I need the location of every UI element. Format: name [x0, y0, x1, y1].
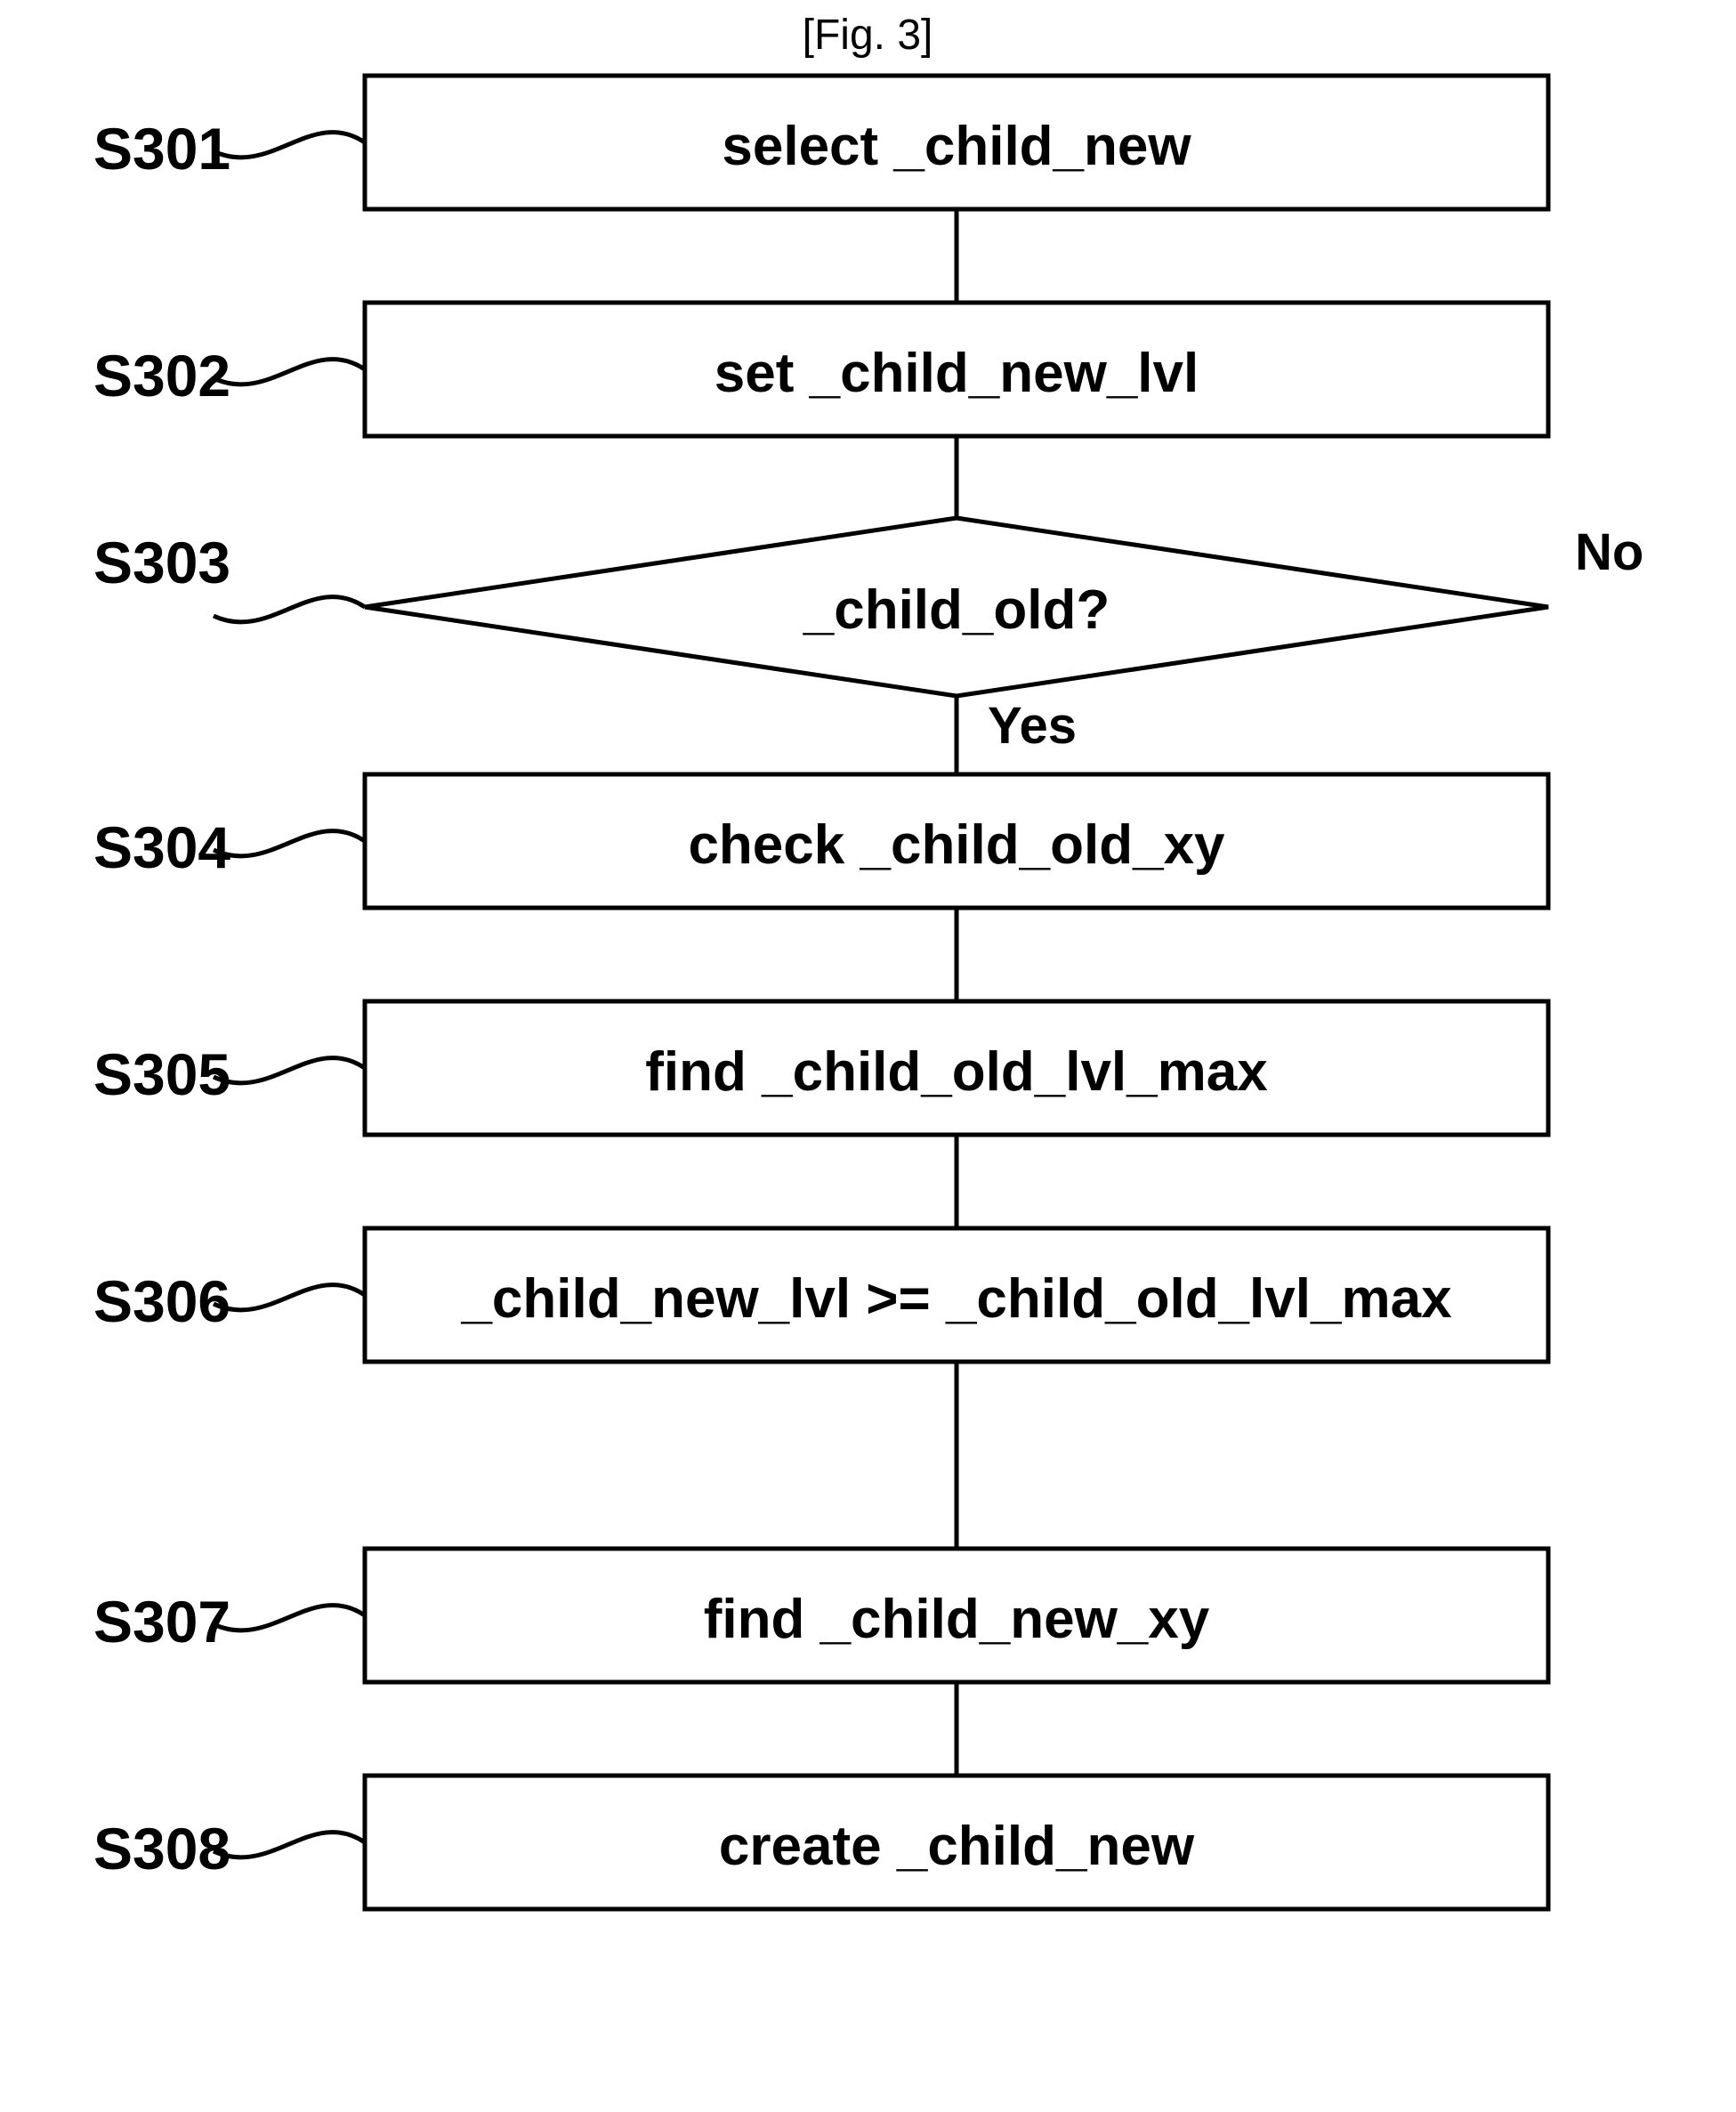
decision-yes: Yes — [988, 697, 1077, 755]
decision-no: No — [1575, 523, 1643, 581]
step-text: select _child_new — [722, 116, 1191, 177]
step-text: create _child_new — [719, 1816, 1195, 1877]
step-text: _child_new_lvl >= _child_old_lvl_max — [460, 1268, 1452, 1330]
step-label: S307 — [93, 1589, 230, 1655]
step-label: S302 — [93, 343, 230, 409]
step-label: S306 — [93, 1268, 230, 1334]
label-connector — [214, 1606, 365, 1631]
step-s303: _child_old? Yes No S303 — [93, 518, 1643, 755]
label-connector — [214, 597, 365, 622]
step-label: S304 — [93, 814, 230, 880]
label-connector — [214, 360, 365, 384]
step-label: S303 — [93, 530, 230, 595]
figure-label: [Fig. 3] — [803, 12, 933, 59]
label-connector — [214, 1058, 365, 1083]
flowchart: [Fig. 3] select _child_new S301 set _chi… — [0, 0, 1736, 2112]
label-connector — [214, 133, 365, 158]
step-s307: find _child_new_xy S307 — [93, 1549, 1548, 1682]
step-label: S308 — [93, 1816, 230, 1881]
label-connector — [214, 1833, 365, 1857]
decision-text: _child_old? — [803, 579, 1110, 641]
label-connector — [214, 1285, 365, 1310]
step-s308: create _child_new S308 — [93, 1776, 1548, 1909]
step-s305: find _child_old_lvl_max S305 — [93, 1001, 1548, 1135]
step-text: find _child_old_lvl_max — [645, 1041, 1268, 1103]
step-text: find _child_new_xy — [704, 1589, 1210, 1650]
step-s301: select _child_new S301 — [93, 76, 1548, 209]
step-text: set _child_new_lvl — [715, 343, 1199, 404]
step-text: check _child_old_xy — [688, 814, 1225, 876]
step-label: S305 — [93, 1041, 230, 1107]
step-s302: set _child_new_lvl S302 — [93, 303, 1548, 436]
label-connector — [214, 831, 365, 856]
step-s304: check _child_old_xy S304 — [93, 774, 1548, 908]
step-s306: _child_new_lvl >= _child_old_lvl_max S30… — [93, 1228, 1548, 1362]
step-label: S301 — [93, 116, 230, 182]
